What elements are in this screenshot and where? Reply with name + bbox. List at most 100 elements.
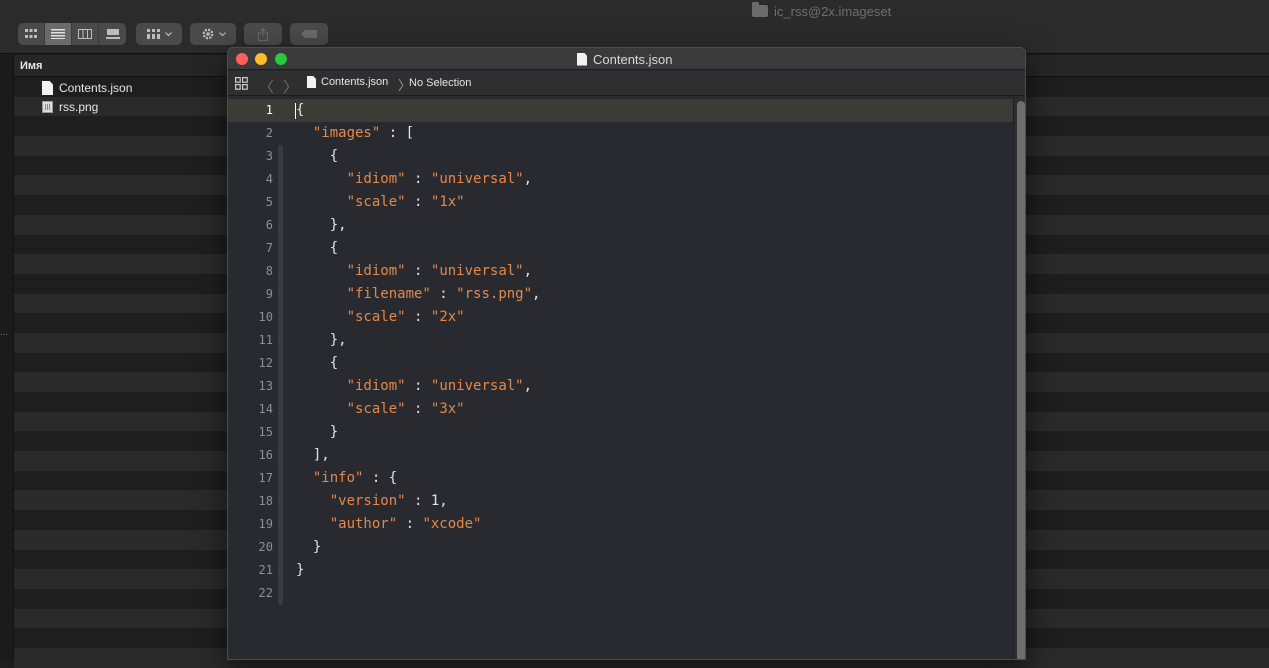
jumpbar-selection[interactable]: No Selection — [409, 77, 471, 89]
line-number: 5 — [265, 195, 273, 209]
code-line: "idiom" : "universal", — [296, 260, 532, 283]
view-mode-segmented-control[interactable] — [18, 23, 126, 45]
tag-button[interactable] — [290, 23, 328, 45]
close-button[interactable] — [236, 53, 248, 65]
related-items-grid-icon[interactable] — [235, 77, 248, 90]
line-number: 4 — [265, 172, 273, 186]
vertical-scrollbar[interactable] — [1013, 97, 1025, 659]
json-key: "idiom" — [346, 378, 406, 394]
json-key: "scale" — [346, 194, 406, 210]
code-line: } — [296, 559, 304, 582]
share-button[interactable] — [244, 23, 282, 45]
line-number: 1 — [265, 103, 273, 117]
line-number: 10 — [258, 310, 273, 324]
json-key: "filename" — [346, 286, 431, 302]
code-punctuation: : — [405, 263, 431, 279]
code-line: "filename" : "rss.png", — [296, 283, 541, 306]
chevron-down-icon — [164, 31, 172, 36]
code-text: : 1, — [405, 493, 448, 509]
jumpbar-file-item[interactable]: Contents.json — [307, 76, 388, 88]
zoom-button[interactable] — [275, 53, 287, 65]
code-line: } — [296, 536, 321, 559]
code-punctuation: : — [405, 171, 431, 187]
gallery-view-icon[interactable] — [99, 23, 126, 45]
json-string-value: "3x" — [430, 401, 465, 417]
code-line: { — [296, 237, 338, 260]
minimize-button[interactable] — [255, 53, 267, 65]
back-chevron-icon[interactable]: 〈 — [259, 76, 274, 97]
text-editor-window: Contents.json 〈 〉 Contents.json 〉 No Sel… — [227, 47, 1026, 660]
json-string-value: "universal" — [430, 378, 524, 394]
folder-icon — [752, 2, 768, 17]
code-text: { — [329, 148, 339, 164]
group-grid-icon — [146, 29, 160, 39]
gear-icon — [202, 28, 213, 40]
finder-title-text: ic_rss@2x.imageset — [774, 3, 892, 19]
code-line: "info" : { — [296, 467, 397, 490]
json-string-value: "1x" — [430, 194, 465, 210]
line-number: 17 — [258, 471, 273, 485]
action-button[interactable] — [190, 23, 236, 45]
file-item-rss-png[interactable]: rss.png — [42, 98, 98, 116]
code-line: }, — [296, 214, 347, 237]
json-string-value: "universal" — [430, 171, 524, 187]
json-key: "info" — [312, 470, 364, 486]
text-cursor — [295, 103, 296, 119]
file-name: Contents.json — [59, 81, 133, 95]
code-text: } — [312, 539, 322, 555]
json-string-value: "universal" — [430, 263, 524, 279]
code-line: "scale" : "2x" — [296, 306, 465, 329]
document-icon — [307, 76, 316, 88]
line-number: 22 — [258, 586, 273, 600]
code-line: "scale" : "3x" — [296, 398, 465, 421]
code-punctuation: : — [405, 309, 431, 325]
code-text: } — [329, 424, 339, 440]
list-view-icon[interactable] — [45, 23, 72, 45]
file-item-contents-json[interactable]: Contents.json — [42, 79, 132, 97]
image-file-icon — [42, 101, 53, 113]
json-key: "author" — [329, 516, 398, 532]
scrollbar-thumb[interactable] — [1017, 101, 1025, 659]
document-icon — [42, 81, 53, 95]
line-number: 15 — [258, 425, 273, 439]
code-editor[interactable]: 1 2 3 4 5 6 7 8 9 10 11 12 13 14 15 16 17 18 19 20 21 22{ "im… — [228, 97, 1013, 659]
code-line: ], — [296, 444, 330, 467]
share-icon — [258, 27, 268, 41]
code-folding-ribbon[interactable] — [278, 145, 283, 605]
finder-toolbar: ic_rss@2x.imageset — [0, 0, 1269, 54]
icon-view-icon[interactable] — [18, 23, 45, 45]
document-icon — [577, 52, 587, 66]
code-punctuation: : — [405, 401, 431, 417]
json-key: "images" — [312, 125, 381, 141]
code-text: { — [329, 240, 339, 256]
code-punctuation: , — [523, 263, 533, 279]
code-punctuation: : — [397, 516, 423, 532]
code-line: "images" : [ — [296, 122, 414, 145]
line-number: 3 — [265, 149, 273, 163]
code-punctuation: : — [405, 378, 431, 394]
code-line: "version" : 1, — [296, 490, 448, 513]
line-number: 14 — [258, 402, 273, 416]
code-text: } — [296, 562, 305, 578]
group-button[interactable] — [136, 23, 182, 45]
code-text: : { — [363, 470, 398, 486]
column-view-icon[interactable] — [72, 23, 99, 45]
json-string-value: "2x" — [430, 309, 465, 325]
code-line: { — [296, 99, 304, 122]
finder-window-title: ic_rss@2x.imageset — [752, 2, 891, 20]
editor-titlebar[interactable]: Contents.json — [228, 48, 1025, 70]
json-key: "idiom" — [346, 171, 406, 187]
forward-chevron-icon[interactable]: 〉 — [283, 76, 298, 97]
code-line: { — [296, 352, 338, 375]
